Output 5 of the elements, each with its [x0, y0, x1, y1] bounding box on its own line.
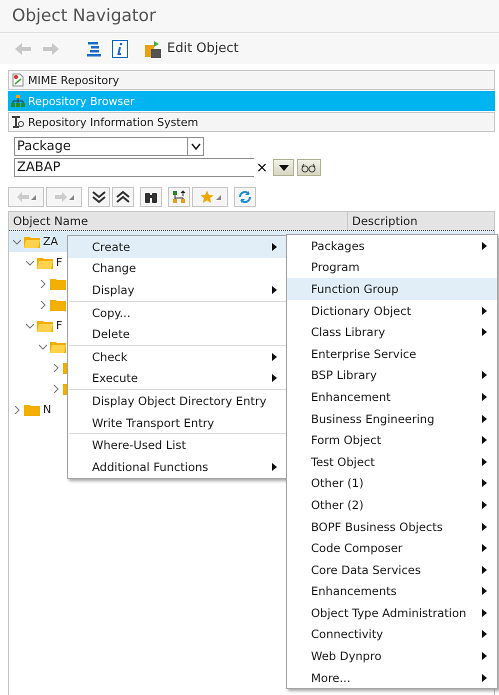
tree-label: N — [43, 403, 52, 416]
tree-label: F — [56, 256, 62, 269]
tree-label: F — [56, 319, 62, 332]
tree-label: ZA — [43, 235, 58, 248]
window-title: Object Navigator — [12, 6, 156, 26]
